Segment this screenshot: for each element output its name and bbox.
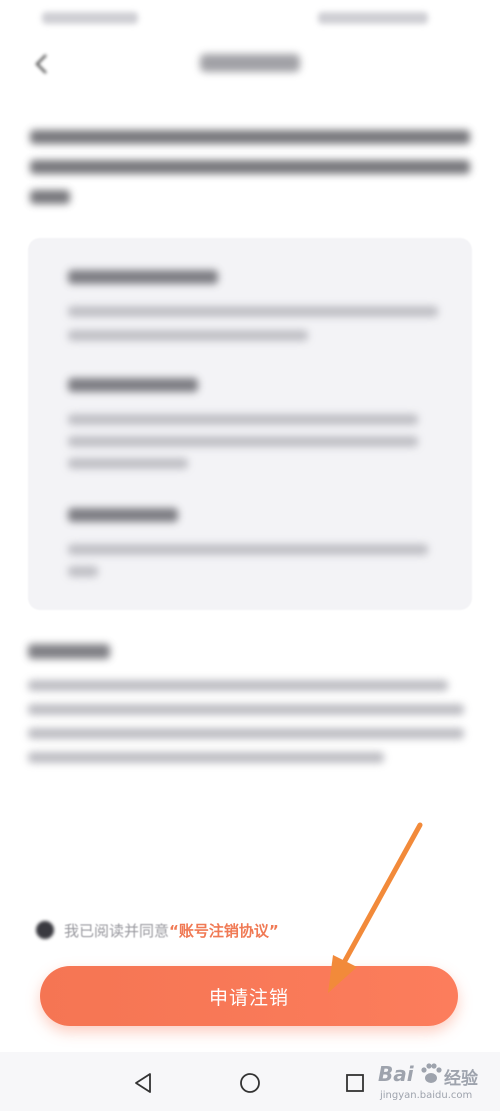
triangle-back-icon[interactable] (132, 1072, 154, 1094)
circle-home-icon[interactable] (239, 1072, 261, 1094)
notice-heading-blurred (28, 644, 110, 659)
status-left-blurred (42, 12, 138, 24)
agreement-prefix: 我已阅读并同意 (64, 921, 170, 940)
agreement-link[interactable]: “账号注销协议” (169, 920, 279, 941)
intro-text-blurred (30, 124, 470, 214)
apply-cancellation-button[interactable]: 申请注销 (40, 966, 458, 1026)
watermark-brand: Bai (378, 1062, 414, 1086)
back-arrow-icon[interactable] (30, 52, 54, 76)
watermark-brand-cn: 经验 (444, 1069, 478, 1089)
agreement-row: 我已阅读并同意 “账号注销协议” (36, 916, 476, 944)
status-right-blurred (318, 12, 428, 24)
watermark-domain: jingyan.baidu.com (380, 1090, 473, 1101)
status-bar (0, 0, 500, 36)
paw-icon (421, 1063, 442, 1083)
agree-radio-button[interactable] (36, 921, 54, 939)
square-recent-icon[interactable] (345, 1073, 365, 1093)
page-title-blurred (200, 54, 300, 72)
watermark: Bai 经验 jingyan.baidu.com (378, 1058, 496, 1108)
notice-text-blurred (28, 680, 472, 770)
info-card-blurred (28, 238, 472, 610)
